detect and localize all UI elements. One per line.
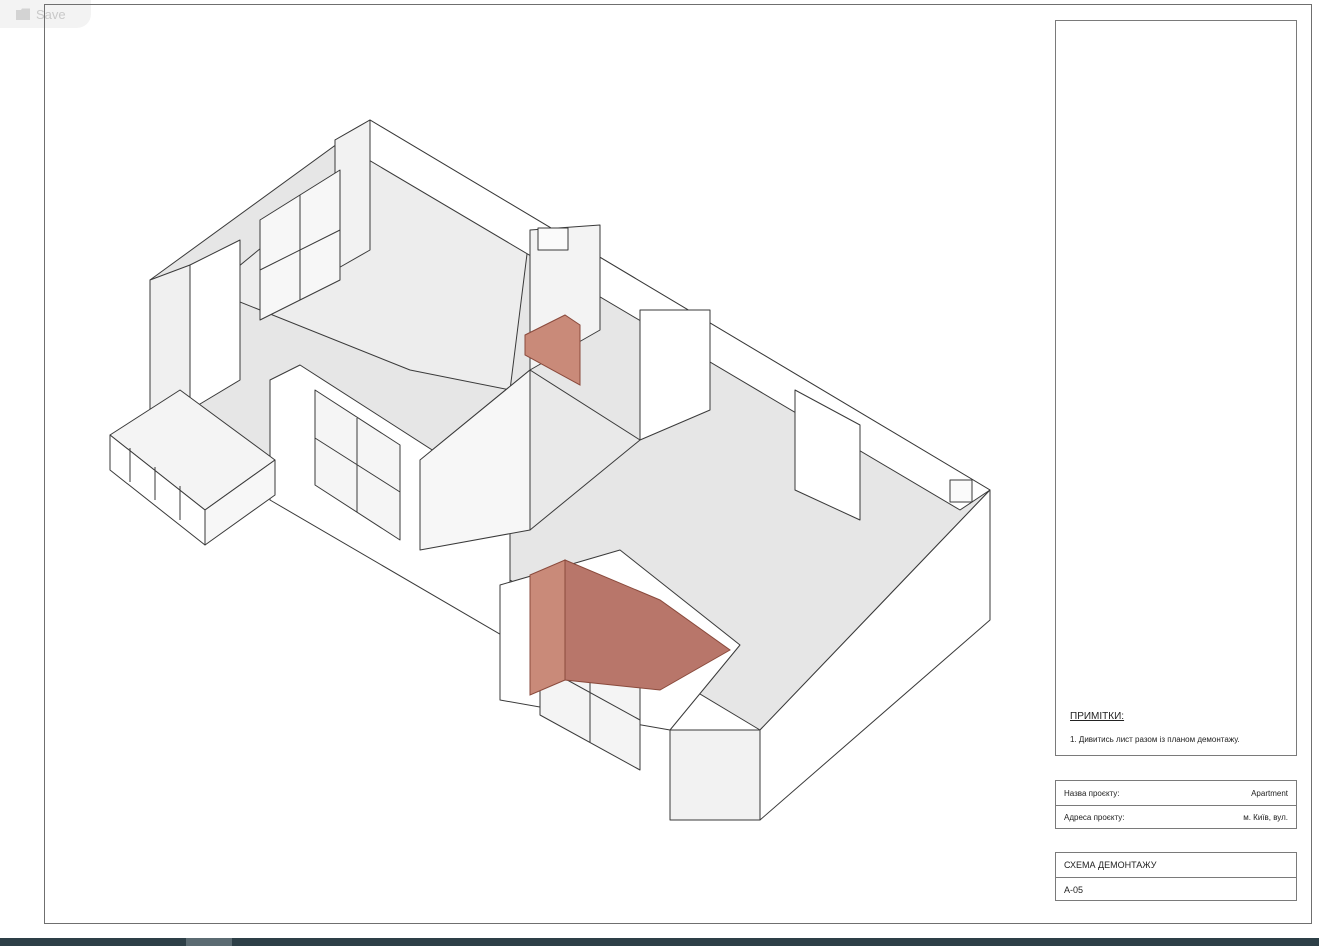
project-info-table: Назва проєкту: Apartment Адреса проєкту:… bbox=[1055, 780, 1297, 829]
project-name-row: Назва проєкту: Apartment bbox=[1056, 781, 1296, 805]
notes-item: 1. Дивитись лист разом із планом демонта… bbox=[1070, 735, 1240, 744]
shaft-bath bbox=[949, 479, 973, 503]
notes-title: ПРИМІТКИ: bbox=[1070, 711, 1125, 722]
folder-icon bbox=[16, 8, 30, 20]
notes-panel: ПРИМІТКИ: 1. Дивитись лист разом із план… bbox=[1055, 20, 1297, 756]
axonometric-drawing bbox=[109, 119, 991, 821]
project-name-label: Назва проєкту: bbox=[1064, 788, 1120, 798]
project-address-value: м. Київ, вул. bbox=[1243, 813, 1288, 822]
bottom-bar-tab[interactable] bbox=[186, 938, 232, 946]
sheet-title-table: СХЕМА ДЕМОНТАЖУ А-05 bbox=[1055, 852, 1297, 901]
demolition-wall-bedroom bbox=[529, 559, 566, 696]
project-address-row: Адреса проєкту: м. Київ, вул. bbox=[1056, 805, 1296, 829]
sheet-number: А-05 bbox=[1056, 877, 1296, 901]
sheet-title: СХЕМА ДЕМОНТАЖУ bbox=[1064, 860, 1157, 870]
shaft-kitchen bbox=[537, 227, 569, 251]
project-address-label: Адреса проєкту: bbox=[1064, 813, 1125, 822]
project-name-value: Apartment bbox=[1251, 788, 1288, 798]
